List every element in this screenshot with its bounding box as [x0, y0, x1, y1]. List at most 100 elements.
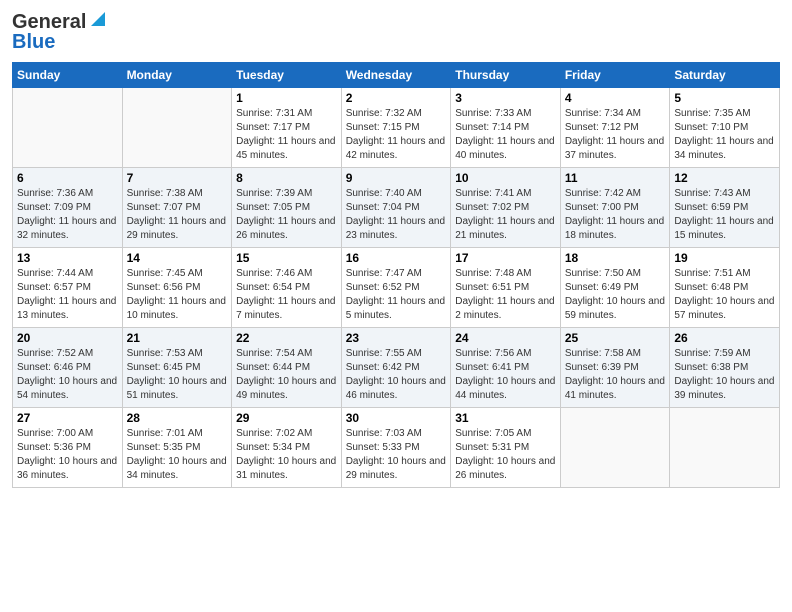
day-number: 2	[346, 91, 447, 105]
day-number: 3	[455, 91, 556, 105]
calendar-week-row: 20 Sunrise: 7:52 AM Sunset: 6:46 PM Dayli…	[13, 328, 780, 408]
day-number: 7	[127, 171, 228, 185]
day-info: Sunrise: 7:05 AM Sunset: 5:31 PM Dayligh…	[455, 427, 556, 483]
day-number: 4	[565, 91, 666, 105]
day-info: Sunrise: 7:47 AM Sunset: 6:52 PM Dayligh…	[346, 267, 447, 323]
day-info: Sunrise: 7:53 AM Sunset: 6:45 PM Dayligh…	[127, 347, 228, 403]
day-info: Sunrise: 7:35 AM Sunset: 7:10 PM Dayligh…	[674, 107, 775, 163]
day-info: Sunrise: 7:55 AM Sunset: 6:42 PM Dayligh…	[346, 347, 447, 403]
day-info: Sunrise: 7:44 AM Sunset: 6:57 PM Dayligh…	[17, 267, 118, 323]
day-number: 22	[236, 331, 337, 345]
day-number: 15	[236, 251, 337, 265]
calendar-cell: 30 Sunrise: 7:03 AM Sunset: 5:33 PM Dayli…	[341, 408, 451, 488]
calendar-cell: 16Sunrise: 7:47 AM Sunset: 6:52 PM Dayli…	[341, 248, 451, 328]
day-info: Sunrise: 7:01 AM Sunset: 5:35 PM Dayligh…	[127, 427, 228, 483]
calendar-cell: 26 Sunrise: 7:59 AM Sunset: 6:38 PM Dayli…	[670, 328, 780, 408]
day-number: 31	[455, 411, 556, 425]
day-info: Sunrise: 7:41 AM Sunset: 7:02 PM Dayligh…	[455, 187, 556, 243]
logo: General Blue	[12, 10, 109, 54]
calendar-cell: 6 Sunrise: 7:36 AM Sunset: 7:09 PM Daylig…	[13, 168, 123, 248]
day-info: Sunrise: 7:51 AM Sunset: 6:48 PM Dayligh…	[674, 267, 775, 323]
day-number: 21	[127, 331, 228, 345]
day-info: Sunrise: 7:59 AM Sunset: 6:38 PM Dayligh…	[674, 347, 775, 403]
weekday-header: Sunday	[13, 63, 123, 88]
day-number: 14	[127, 251, 228, 265]
calendar-week-row: 13 Sunrise: 7:44 AM Sunset: 6:57 PM Dayli…	[13, 248, 780, 328]
calendar-cell: 5 Sunrise: 7:35 AM Sunset: 7:10 PM Daylig…	[670, 88, 780, 168]
day-info: Sunrise: 7:34 AM Sunset: 7:12 PM Dayligh…	[565, 107, 666, 163]
weekday-header: Wednesday	[341, 63, 451, 88]
day-info: Sunrise: 7:03 AM Sunset: 5:33 PM Dayligh…	[346, 427, 447, 483]
day-info: Sunrise: 7:38 AM Sunset: 7:07 PM Dayligh…	[127, 187, 228, 243]
day-number: 25	[565, 331, 666, 345]
day-number: 20	[17, 331, 118, 345]
calendar-cell: 17 Sunrise: 7:48 AM Sunset: 6:51 PM Dayli…	[451, 248, 561, 328]
calendar-cell: 4 Sunrise: 7:34 AM Sunset: 7:12 PM Daylig…	[560, 88, 670, 168]
weekday-header: Thursday	[451, 63, 561, 88]
day-info: Sunrise: 7:33 AM Sunset: 7:14 PM Dayligh…	[455, 107, 556, 163]
day-info: Sunrise: 7:56 AM Sunset: 6:41 PM Dayligh…	[455, 347, 556, 403]
calendar-cell: 23 Sunrise: 7:55 AM Sunset: 6:42 PM Dayli…	[341, 328, 451, 408]
day-info: Sunrise: 7:48 AM Sunset: 6:51 PM Dayligh…	[455, 267, 556, 323]
day-info: Sunrise: 7:43 AM Sunset: 6:59 PM Dayligh…	[674, 187, 775, 243]
day-number: 29	[236, 411, 337, 425]
logo-icon	[87, 8, 109, 30]
day-info: Sunrise: 7:39 AM Sunset: 7:05 PM Dayligh…	[236, 187, 337, 243]
day-number: 26	[674, 331, 775, 345]
day-info: Sunrise: 7:45 AM Sunset: 6:56 PM Dayligh…	[127, 267, 228, 323]
calendar-table: SundayMondayTuesdayWednesdayThursdayFrid…	[12, 62, 780, 488]
day-info: Sunrise: 7:00 AM Sunset: 5:36 PM Dayligh…	[17, 427, 118, 483]
calendar-cell: 12 Sunrise: 7:43 AM Sunset: 6:59 PM Dayli…	[670, 168, 780, 248]
calendar-cell: 22 Sunrise: 7:54 AM Sunset: 6:44 PM Dayli…	[232, 328, 342, 408]
calendar-cell: 7 Sunrise: 7:38 AM Sunset: 7:07 PM Daylig…	[122, 168, 232, 248]
day-number: 10	[455, 171, 556, 185]
day-info: Sunrise: 7:52 AM Sunset: 6:46 PM Dayligh…	[17, 347, 118, 403]
day-number: 18	[565, 251, 666, 265]
day-number: 19	[674, 251, 775, 265]
calendar-cell: 25 Sunrise: 7:58 AM Sunset: 6:39 PM Dayli…	[560, 328, 670, 408]
day-number: 1	[236, 91, 337, 105]
calendar-week-row: 6 Sunrise: 7:36 AM Sunset: 7:09 PM Daylig…	[13, 168, 780, 248]
day-number: 11	[565, 171, 666, 185]
day-number: 13	[17, 251, 118, 265]
weekday-header: Saturday	[670, 63, 780, 88]
day-number: 6	[17, 171, 118, 185]
weekday-header: Monday	[122, 63, 232, 88]
day-number: 27	[17, 411, 118, 425]
calendar-cell: 3 Sunrise: 7:33 AM Sunset: 7:14 PM Daylig…	[451, 88, 561, 168]
calendar-cell: 28 Sunrise: 7:01 AM Sunset: 5:35 PM Dayli…	[122, 408, 232, 488]
day-info: Sunrise: 7:42 AM Sunset: 7:00 PM Dayligh…	[565, 187, 666, 243]
calendar-cell: 2 Sunrise: 7:32 AM Sunset: 7:15 PM Daylig…	[341, 88, 451, 168]
calendar-cell: 29 Sunrise: 7:02 AM Sunset: 5:34 PM Dayli…	[232, 408, 342, 488]
day-number: 28	[127, 411, 228, 425]
weekday-header: Friday	[560, 63, 670, 88]
day-info: Sunrise: 7:58 AM Sunset: 6:39 PM Dayligh…	[565, 347, 666, 403]
calendar-cell: 11 Sunrise: 7:42 AM Sunset: 7:00 PM Dayli…	[560, 168, 670, 248]
calendar-week-row: 27 Sunrise: 7:00 AM Sunset: 5:36 PM Dayli…	[13, 408, 780, 488]
weekday-header: Tuesday	[232, 63, 342, 88]
day-number: 12	[674, 171, 775, 185]
day-number: 24	[455, 331, 556, 345]
day-info: Sunrise: 7:36 AM Sunset: 7:09 PM Dayligh…	[17, 187, 118, 243]
calendar-cell	[122, 88, 232, 168]
calendar-cell: 10 Sunrise: 7:41 AM Sunset: 7:02 PM Dayli…	[451, 168, 561, 248]
day-info: Sunrise: 7:54 AM Sunset: 6:44 PM Dayligh…	[236, 347, 337, 403]
calendar-cell: 1Sunrise: 7:31 AM Sunset: 7:17 PM Daylig…	[232, 88, 342, 168]
calendar-cell: 24 Sunrise: 7:56 AM Sunset: 6:41 PM Dayli…	[451, 328, 561, 408]
day-info: Sunrise: 7:02 AM Sunset: 5:34 PM Dayligh…	[236, 427, 337, 483]
calendar-cell	[670, 408, 780, 488]
day-number: 23	[346, 331, 447, 345]
day-info: Sunrise: 7:50 AM Sunset: 6:49 PM Dayligh…	[565, 267, 666, 323]
day-number: 30	[346, 411, 447, 425]
page-container: General Blue SundayMondayTuesdayWednesda…	[0, 0, 792, 498]
day-number: 9	[346, 171, 447, 185]
calendar-cell: 20 Sunrise: 7:52 AM Sunset: 6:46 PM Dayli…	[13, 328, 123, 408]
calendar-cell	[560, 408, 670, 488]
day-number: 17	[455, 251, 556, 265]
calendar-cell: 9Sunrise: 7:40 AM Sunset: 7:04 PM Daylig…	[341, 168, 451, 248]
day-info: Sunrise: 7:32 AM Sunset: 7:15 PM Dayligh…	[346, 107, 447, 163]
calendar-cell: 21 Sunrise: 7:53 AM Sunset: 6:45 PM Dayli…	[122, 328, 232, 408]
day-number: 5	[674, 91, 775, 105]
calendar-cell: 19 Sunrise: 7:51 AM Sunset: 6:48 PM Dayli…	[670, 248, 780, 328]
logo-text: General Blue	[12, 10, 109, 54]
